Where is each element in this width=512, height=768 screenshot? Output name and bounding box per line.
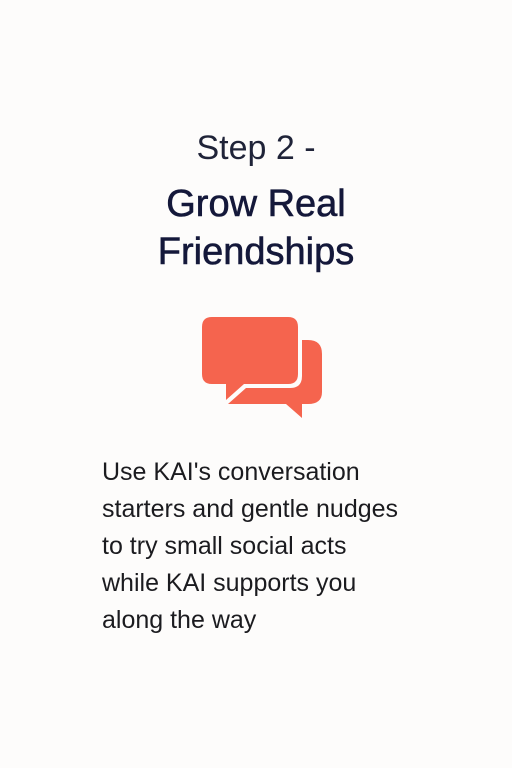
chat-bubbles-icon <box>200 314 322 418</box>
description-text: Use KAI's conversation starters and gent… <box>102 454 462 639</box>
onboarding-screen: Step 2 - Grow Real Friendships Use KAI's… <box>0 0 512 768</box>
description-line-1: Use KAI's conversation <box>102 458 360 486</box>
description-line-5: along the way <box>102 606 257 634</box>
description-line-4: while KAI supports you <box>102 569 357 597</box>
description-line-3: to try small social acts <box>102 532 347 560</box>
description-line-2: starters and gentle nudges <box>102 495 399 523</box>
page-title: Grow Real Friendships <box>0 180 512 276</box>
step-label: Step 2 - <box>196 129 316 167</box>
title-line-2: Friendships <box>157 231 355 274</box>
title-line-1: Grow Real <box>166 183 346 226</box>
